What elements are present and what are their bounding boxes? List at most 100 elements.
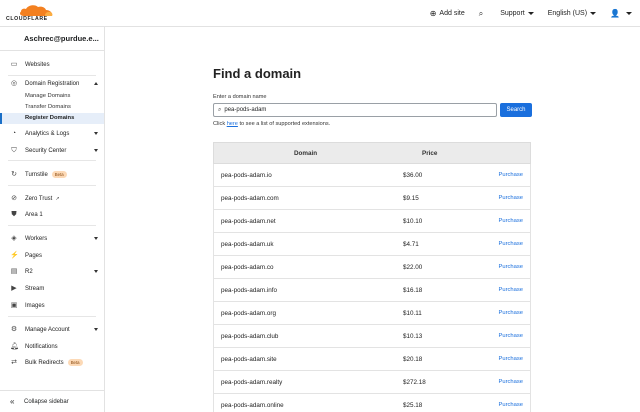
sidebar-item-label: Zero Trust ↗ bbox=[25, 196, 60, 202]
sidebar-item-pages[interactable]: ⚡ Pages bbox=[0, 249, 104, 263]
sidebar-item-websites[interactable]: ▭ Websites bbox=[0, 58, 104, 72]
sidebar-item-label: Websites bbox=[25, 62, 50, 68]
domain-cell: pea-pods-adam.io bbox=[221, 172, 272, 179]
purchase-link[interactable]: Purchase bbox=[499, 333, 524, 339]
sidebar-item-label: Manage Account bbox=[25, 327, 70, 333]
price-cell: $10.10 bbox=[403, 218, 423, 225]
divider bbox=[8, 316, 96, 317]
support-menu[interactable]: Support bbox=[500, 10, 534, 17]
external-link-icon: ↗ bbox=[55, 196, 60, 202]
shield-icon: ⛉ bbox=[11, 147, 17, 154]
clock-icon: ◔ bbox=[11, 130, 17, 137]
purchase-link[interactable]: Purchase bbox=[499, 310, 524, 316]
sidebar-item-turnstile[interactable]: ↻ Turnstile Beta bbox=[0, 168, 104, 182]
sidebar-item-zero-trust[interactable]: ⊘ Zero Trust ↗ bbox=[0, 192, 104, 206]
table-row: pea-pods-adam.info $16.18 Purchase bbox=[213, 279, 531, 302]
table-row: pea-pods-adam.site $20.18 Purchase bbox=[213, 348, 531, 371]
add-site-button[interactable]: ⊕ Add site bbox=[430, 9, 465, 18]
sidebar-item-label: Turnstile Beta bbox=[25, 171, 67, 179]
chevron-down-icon bbox=[94, 270, 98, 273]
sidebar-item-domain-registration[interactable]: ◎ Domain Registration bbox=[0, 77, 104, 91]
price-cell: $272.18 bbox=[403, 379, 426, 386]
sidebar-item-register-domains[interactable]: Register Domains bbox=[0, 113, 104, 124]
account-name[interactable]: Aschrec@purdue.e... bbox=[0, 27, 104, 51]
sidebar-item-security-center[interactable]: ⛉ Security Center bbox=[0, 144, 104, 158]
extensions-hint: Click here to see a list of supported ex… bbox=[213, 121, 330, 127]
divider bbox=[8, 185, 96, 186]
domain-field-label: Enter a domain name bbox=[213, 94, 267, 100]
chevron-up-icon bbox=[94, 82, 98, 85]
sidebar-item-notifications[interactable]: 🔔︎ Notifications bbox=[0, 340, 104, 354]
purchase-link[interactable]: Purchase bbox=[499, 241, 524, 247]
column-header-price: Price bbox=[422, 149, 438, 157]
support-label: Support bbox=[500, 10, 525, 17]
table-row: pea-pods-adam.org $10.11 Purchase bbox=[213, 302, 531, 325]
purchase-link[interactable]: Purchase bbox=[499, 287, 524, 293]
domain-cell: pea-pods-adam.com bbox=[221, 195, 279, 202]
bulk-redirects-label: Bulk Redirects bbox=[25, 360, 64, 367]
cloudflare-logo[interactable]: CLOUDFLARE bbox=[6, 4, 53, 22]
table-row: pea-pods-adam.club $10.13 Purchase bbox=[213, 325, 531, 348]
sidebar-item-analytics-logs[interactable]: ◔ Analytics & Logs bbox=[0, 127, 104, 141]
table-row: pea-pods-adam.uk $4.71 Purchase bbox=[213, 233, 531, 256]
price-cell: $10.11 bbox=[403, 310, 422, 317]
price-cell: $10.13 bbox=[403, 333, 423, 340]
domain-cell: pea-pods-adam.info bbox=[221, 287, 278, 294]
table-body: pea-pods-adam.io $36.00 Purchase pea-pods-a… bbox=[213, 164, 531, 412]
chevron-down-icon bbox=[590, 12, 597, 15]
sidebar-item-transfer-domains[interactable]: Transfer Domains bbox=[0, 102, 104, 113]
search-button[interactable]: ⌕ bbox=[479, 9, 486, 19]
search-icon: ⌕ bbox=[478, 8, 484, 18]
sidebar-item-area1[interactable]: ⛊ Area 1 bbox=[0, 208, 104, 222]
websites-icon: ▭ bbox=[10, 61, 18, 68]
main-content: Find a domain Enter a domain name ⌕ pea-… bbox=[106, 28, 640, 412]
sidebar-item-label: Stream bbox=[25, 286, 45, 292]
sidebar-item-label: Analytics & Logs bbox=[25, 131, 70, 137]
sidebar-item-label: Security Center bbox=[25, 148, 67, 154]
sidebar-item-stream[interactable]: ▶ Stream bbox=[0, 282, 104, 296]
search-input-value: pea-pods-adam bbox=[224, 107, 267, 113]
domain-cell: pea-pods-adam.net bbox=[221, 218, 276, 225]
page-title: Find a domain bbox=[213, 66, 302, 81]
user-menu[interactable]: 👤 bbox=[610, 9, 632, 18]
table-row: pea-pods-adam.realty $272.18 Purchase bbox=[213, 371, 531, 394]
table-row: pea-pods-adam.io $36.00 Purchase bbox=[213, 164, 531, 187]
extensions-link[interactable]: here bbox=[227, 121, 238, 127]
domain-search-input[interactable]: ⌕ pea-pods-adam bbox=[213, 103, 497, 117]
sidebar-item-manage-domains[interactable]: Manage Domains bbox=[0, 91, 104, 102]
area1-icon: ⛊ bbox=[11, 211, 17, 218]
language-menu[interactable]: English (US) bbox=[548, 10, 597, 17]
purchase-link[interactable]: Purchase bbox=[499, 264, 524, 270]
bell-icon: 🔔︎ bbox=[10, 343, 19, 350]
domain-cell: pea-pods-adam.org bbox=[221, 310, 276, 317]
logo-wordmark: CLOUDFLARE bbox=[6, 16, 48, 22]
sidebar-item-images[interactable]: ▣ Images bbox=[0, 299, 104, 313]
plus-icon: ⊕ bbox=[429, 9, 437, 18]
purchase-link[interactable]: Purchase bbox=[499, 172, 524, 178]
sidebar-item-label: Bulk Redirects Beta bbox=[25, 359, 83, 367]
purchase-link[interactable]: Purchase bbox=[499, 356, 524, 362]
collapse-sidebar-button[interactable]: « Collapse sidebar bbox=[0, 390, 104, 412]
divider bbox=[8, 75, 96, 76]
sidebar-item-manage-account[interactable]: ⚙ Manage Account bbox=[0, 323, 104, 337]
chevron-down-icon bbox=[94, 132, 98, 135]
sidebar-item-workers[interactable]: ◈ Workers bbox=[0, 232, 104, 246]
pages-icon: ⚡ bbox=[10, 252, 19, 259]
purchase-link[interactable]: Purchase bbox=[499, 195, 524, 201]
collapse-icon: « bbox=[10, 397, 15, 406]
divider bbox=[8, 225, 96, 226]
top-bar: CLOUDFLARE ⊕ Add site ⌕ Support English … bbox=[0, 0, 640, 27]
redirect-icon: ⇄ bbox=[11, 359, 17, 366]
search-submit-button[interactable]: Search bbox=[500, 103, 532, 117]
workers-icon: ◈ bbox=[11, 235, 17, 242]
zero-trust-label: Zero Trust bbox=[25, 196, 53, 202]
sidebar-item-r2[interactable]: ▤ R2 bbox=[0, 265, 104, 279]
chevron-down-icon bbox=[626, 12, 632, 15]
gear-icon: ⚙ bbox=[10, 326, 18, 333]
price-cell: $4.71 bbox=[403, 241, 419, 248]
hint-suffix: to see a list of supported extensions. bbox=[237, 121, 331, 127]
purchase-link[interactable]: Purchase bbox=[499, 218, 524, 224]
sidebar-item-bulk-redirects[interactable]: ⇄ Bulk Redirects Beta bbox=[0, 356, 104, 370]
purchase-link[interactable]: Purchase bbox=[499, 379, 524, 385]
purchase-link[interactable]: Purchase bbox=[499, 402, 524, 408]
